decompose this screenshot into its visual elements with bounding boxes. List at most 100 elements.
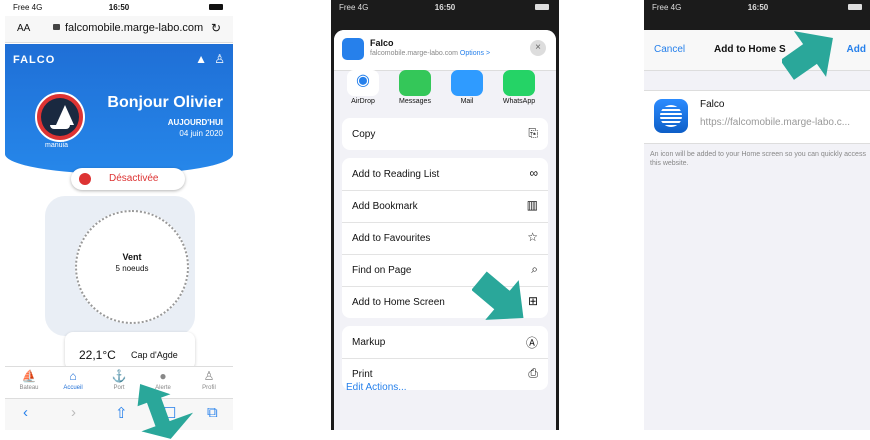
forward-icon[interactable]: › xyxy=(71,404,76,421)
share-header: Falco falcomobile.marge-labo.com Options… xyxy=(334,30,556,71)
app-label: WhatsApp xyxy=(502,98,536,105)
action-bookmark[interactable]: Add Bookmark ▥ xyxy=(342,190,548,223)
copy-icon: ⎘ xyxy=(528,126,538,140)
status-bar: Free 4G 16:50 xyxy=(5,0,233,14)
action-label: Markup xyxy=(352,337,386,348)
book-icon: ▥ xyxy=(526,198,538,212)
share-app-messages[interactable]: Messages xyxy=(390,70,440,105)
today-label: AUJOURD'HUI xyxy=(167,118,223,127)
tab-label: Accueil xyxy=(63,385,83,391)
action-group-copy: Copy ⎘ xyxy=(342,118,548,150)
arrow-annotation xyxy=(472,271,524,320)
battery-icon xyxy=(535,4,549,10)
battery-icon xyxy=(209,4,223,10)
phone-screen-share-sheet: Free 4G 16:50 Falco falcomobile.marge-la… xyxy=(331,0,559,430)
mode-label: manuia xyxy=(45,142,68,149)
share-app-airdrop[interactable]: ◉ AirDrop xyxy=(338,70,388,105)
app-label: Messages xyxy=(399,98,431,105)
date-label: 04 juin 2020 xyxy=(179,129,223,138)
app-tab-bar: ⛵ Bateau ⌂ Accueil ⚓ Port ● Alerte ♙ Profil xyxy=(5,366,233,399)
close-icon[interactable]: × xyxy=(530,40,546,56)
alarm-status-toggle[interactable]: Désactivée xyxy=(71,168,185,190)
weather-card[interactable]: 22,1°C Cap d'Agde xyxy=(65,332,195,370)
printer-icon: ⎙ xyxy=(528,366,538,380)
home-screen-preview: Falco https://falcomobile.marge-labo.c..… xyxy=(644,90,870,144)
status-bar: Free 4G 16:50 xyxy=(644,0,870,14)
edit-actions-link[interactable]: Edit Actions... xyxy=(346,382,407,393)
falco-app-icon xyxy=(342,38,364,60)
clock-label: 16:50 xyxy=(108,3,130,12)
app-label: AirDrop xyxy=(351,98,375,105)
share-app-whatsapp[interactable]: WhatsApp xyxy=(494,70,544,105)
star-icon: ☆ xyxy=(527,230,538,244)
reload-icon[interactable]: ↻ xyxy=(211,21,221,35)
boat-avatar[interactable] xyxy=(35,92,85,142)
hero-banner: FALCO ▲ ♙ manuia Bonjour Olivier AUJOURD… xyxy=(5,44,233,174)
warning-icon[interactable]: ▲ xyxy=(195,52,207,66)
action-label: Add to Home Screen xyxy=(352,297,445,308)
action-favourites[interactable]: Add to Favourites ☆ xyxy=(342,222,548,255)
tab-label: Profil xyxy=(202,385,216,391)
safari-toolbar: ‹ › ⇧ ☐ ⧉ xyxy=(5,398,233,430)
tab-label: Port xyxy=(113,385,125,391)
tab-accueil[interactable]: ⌂ Accueil xyxy=(53,369,93,391)
action-label: Add to Favourites xyxy=(352,233,431,244)
user-icon[interactable]: ♙ xyxy=(214,52,225,66)
action-label: Add Bookmark xyxy=(352,201,418,212)
tab-label: Bateau xyxy=(19,385,39,391)
wind-compass: Vent 5 noeuds xyxy=(75,210,189,324)
action-reading-list[interactable]: Add to Reading List ∞ xyxy=(342,158,548,191)
share-icon[interactable]: ⇧ xyxy=(115,404,128,422)
lock-icon xyxy=(53,24,60,30)
page-title: Add to Home S xyxy=(714,44,786,55)
tab-profil[interactable]: ♙ Profil xyxy=(189,369,229,391)
arrow-annotation xyxy=(782,31,833,80)
add-button[interactable]: Add xyxy=(847,44,866,55)
options-link[interactable]: Options > xyxy=(460,50,490,57)
glasses-icon: ∞ xyxy=(529,166,538,180)
safari-address-bar[interactable]: AA falcomobile.marge-labo.com ↻ xyxy=(5,16,233,43)
share-app-row: ◉ AirDrop Messages Mail WhatsApp xyxy=(334,70,556,112)
url-field[interactable]: falcomobile.marge-labo.com xyxy=(65,22,203,34)
battery-icon xyxy=(848,4,862,10)
boat-icon xyxy=(41,98,79,136)
back-icon[interactable]: ‹ xyxy=(23,404,28,421)
user-icon: ♙ xyxy=(203,369,215,383)
alarm-status-label: Désactivée xyxy=(109,173,159,184)
share-subtitle: falcomobile.marge-labo.com Options > xyxy=(370,50,490,57)
tab-bateau[interactable]: ⛵ Bateau xyxy=(9,369,49,391)
home-icon: ⌂ xyxy=(69,369,77,383)
wind-speed: 5 noeuds xyxy=(115,264,149,273)
share-url: falcomobile.marge-labo.com xyxy=(370,50,458,57)
falco-app-icon xyxy=(654,99,688,133)
share-sheet: Falco falcomobile.marge-labo.com Options… xyxy=(334,30,556,430)
action-label: Print xyxy=(352,369,373,380)
app-name-field[interactable]: Falco xyxy=(700,99,724,110)
clock-label: 16:50 xyxy=(747,3,769,12)
action-label: Copy xyxy=(352,129,376,140)
text-size-button[interactable]: AA xyxy=(17,23,30,34)
cancel-button[interactable]: Cancel xyxy=(654,44,685,55)
lock-icon xyxy=(79,173,91,185)
markup-icon: Ⓐ xyxy=(525,336,538,350)
messages-icon xyxy=(399,70,431,96)
action-copy[interactable]: Copy ⎘ xyxy=(342,118,548,150)
app-label: Mail xyxy=(460,98,474,105)
greeting-title: Bonjour Olivier xyxy=(107,94,223,111)
help-text: An icon will be added to your Home scree… xyxy=(650,151,866,168)
app-url: https://falcomobile.marge-labo.c... xyxy=(700,117,851,128)
airdrop-icon: ◉ xyxy=(347,70,379,96)
action-label: Find on Page xyxy=(352,265,412,276)
action-markup[interactable]: Markup Ⓐ xyxy=(342,326,548,359)
whatsapp-icon xyxy=(503,70,535,96)
location-label: Cap d'Agde xyxy=(131,350,178,360)
status-bar: Free 4G 16:50 xyxy=(331,0,559,14)
clock-label: 16:50 xyxy=(434,3,456,12)
share-app-mail[interactable]: Mail xyxy=(442,70,492,105)
arrow-annotation xyxy=(137,383,194,439)
tabs-icon[interactable]: ⧉ xyxy=(207,404,218,421)
temperature-value: 22,1°C xyxy=(79,348,116,362)
action-label: Add to Reading List xyxy=(352,169,440,180)
phone-screen-falco-app: Free 4G 16:50 AA falcomobile.marge-labo.… xyxy=(5,0,233,430)
wind-label: Vent xyxy=(122,252,142,262)
